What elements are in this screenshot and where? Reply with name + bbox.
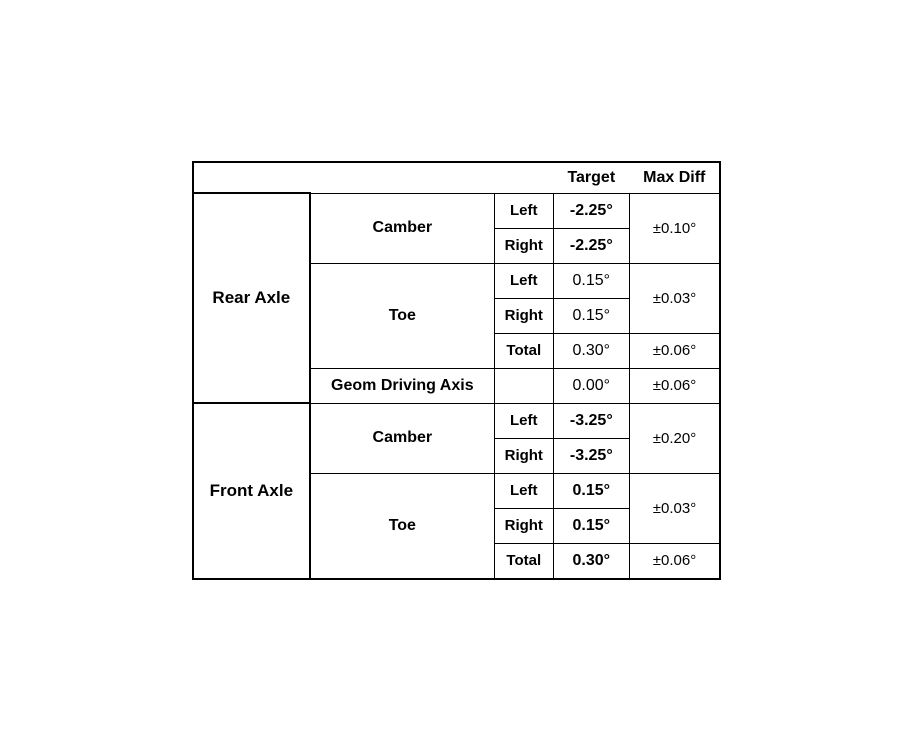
side-cell (494, 368, 553, 403)
target-cell: 0.00° (553, 368, 629, 403)
target-cell: -2.25° (553, 193, 629, 228)
header-col1 (193, 162, 310, 194)
measurement-cell: Camber (310, 403, 494, 473)
alignment-table: Target Max Diff Rear AxleCamberLeft-2.25… (192, 161, 722, 580)
side-cell: Total (494, 333, 553, 368)
header-maxdiff: Max Diff (629, 162, 720, 194)
header-col3 (494, 162, 553, 194)
maxdiff-cell: ±0.03° (629, 473, 720, 543)
maxdiff-cell: ±0.06° (629, 368, 720, 403)
side-cell: Right (494, 228, 553, 263)
side-cell: Total (494, 543, 553, 579)
maxdiff-cell: ±0.03° (629, 263, 720, 333)
side-cell: Right (494, 438, 553, 473)
header-target: Target (553, 162, 629, 194)
target-cell: 0.15° (553, 263, 629, 298)
target-cell: 0.15° (553, 473, 629, 508)
table-container: Target Max Diff Rear AxleCamberLeft-2.25… (172, 141, 742, 600)
target-cell: 0.30° (553, 543, 629, 579)
side-cell: Left (494, 193, 553, 228)
target-cell: 0.15° (553, 508, 629, 543)
measurement-cell: Geom Driving Axis (310, 368, 494, 403)
side-cell: Right (494, 508, 553, 543)
maxdiff-cell: ±0.10° (629, 193, 720, 263)
measurement-cell: Camber (310, 193, 494, 263)
side-cell: Left (494, 263, 553, 298)
side-cell: Left (494, 403, 553, 438)
side-cell: Left (494, 473, 553, 508)
header-row: Target Max Diff (193, 162, 721, 194)
target-cell: -3.25° (553, 403, 629, 438)
table-body: Rear AxleCamberLeft-2.25°±0.10°Right-2.2… (193, 193, 721, 579)
target-cell: -3.25° (553, 438, 629, 473)
target-cell: -2.25° (553, 228, 629, 263)
header-col2 (310, 162, 494, 194)
table-row: Front AxleCamberLeft-3.25°±0.20° (193, 403, 721, 438)
measurement-cell: Toe (310, 263, 494, 368)
maxdiff-cell: ±0.06° (629, 543, 720, 579)
target-cell: 0.15° (553, 298, 629, 333)
target-cell: 0.30° (553, 333, 629, 368)
maxdiff-cell: ±0.06° (629, 333, 720, 368)
table-row: Rear AxleCamberLeft-2.25°±0.10° (193, 193, 721, 228)
axle-cell: Front Axle (193, 403, 310, 579)
side-cell: Right (494, 298, 553, 333)
maxdiff-cell: ±0.20° (629, 403, 720, 473)
axle-cell: Rear Axle (193, 193, 310, 403)
measurement-cell: Toe (310, 473, 494, 579)
